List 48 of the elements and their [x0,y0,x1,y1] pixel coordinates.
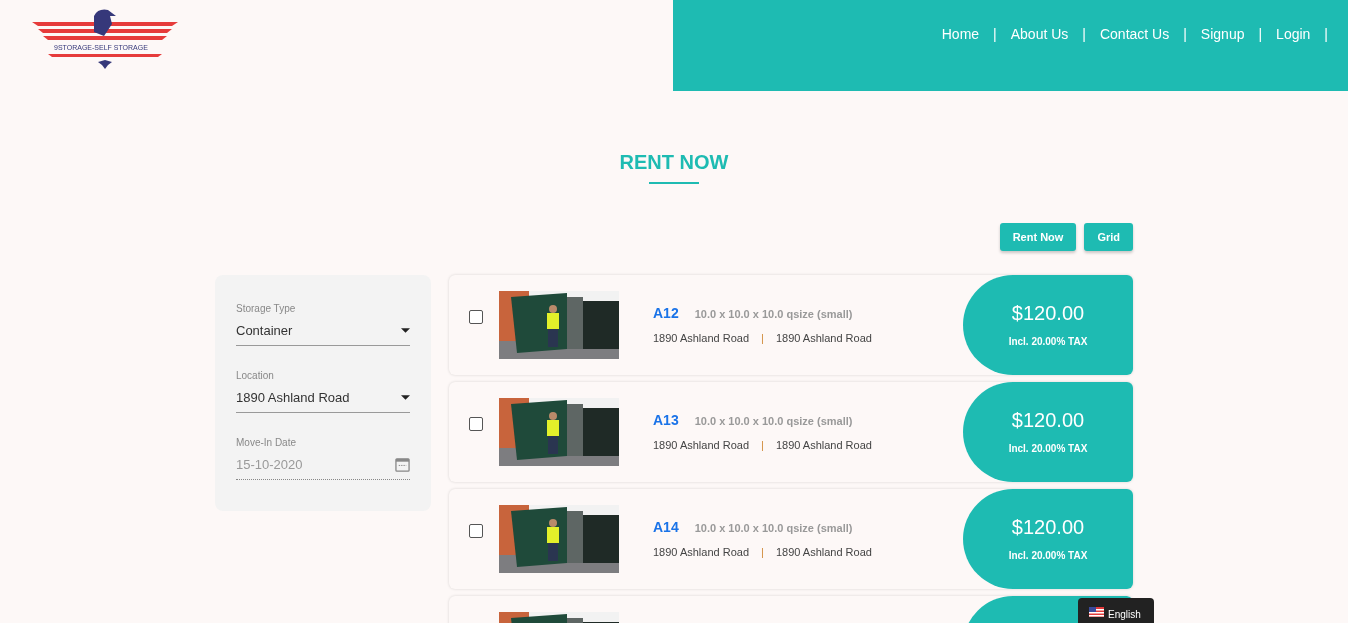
nav-separator: | [1324,25,1328,44]
unit-address: 1890 Ashland Road [653,331,750,347]
field-label: Location [236,369,275,383]
field-label: Move-In Date [236,436,298,450]
unit-address: 1890 Ashland Road [653,545,750,561]
flag-icon [1089,607,1104,617]
nav-separator: | [1082,25,1086,44]
nav-link[interactable]: Login [1276,24,1311,45]
nav-link[interactable]: Contact Us [1099,24,1170,45]
tax-note: Incl. 20.00% TAX [1008,334,1088,349]
calendar-icon[interactable] [395,457,410,472]
view-button[interactable]: Rent Now [999,223,1077,251]
checkbox[interactable] [469,416,483,431]
tax-note: Incl. 20.00% TAX [1008,441,1088,456]
caret-icon [401,328,410,333]
separator: | [761,331,764,347]
unit-location: 1890 Ashland Road [775,438,872,454]
separator: | [761,545,764,561]
nav-separator: | [1258,25,1263,44]
separator: | [761,438,764,454]
page-heading: RENT NOW [619,150,729,175]
select-field[interactable]: Container [236,316,410,346]
unit-size: 10.0 x 10.0 x 10.0 qsize (small) [694,307,853,323]
unit-name[interactable]: A12 [653,303,679,325]
unit-address: 1890 Ashland Road [653,438,750,454]
unit-name[interactable]: A13 [653,410,679,432]
unit-size: 10.0 x 10.0 x 10.0 qsize (small) [694,414,853,430]
nav-link[interactable]: Home [941,24,980,45]
checkbox[interactable] [469,309,483,324]
price: $120.00 [1011,408,1085,431]
nav-link[interactable]: Signup [1200,24,1245,45]
view-button[interactable]: Grid [1084,223,1133,251]
checkbox[interactable] [469,523,483,538]
field-label: Storage Type [236,302,297,316]
select-field[interactable]: 1890 Ashland Road [236,383,410,413]
nav-separator: | [993,25,997,44]
unit-name[interactable]: A14 [653,517,679,539]
caret-icon [401,395,410,400]
unit-location: 1890 Ashland Road [775,545,872,561]
date-field[interactable]: 15-10-2020 [236,450,410,480]
unit-location: 1890 Ashland Road [775,331,872,347]
nav-separator: | [1183,25,1187,44]
language-button[interactable]: English [1078,598,1154,623]
tax-note: Incl. 20.00% TAX [1008,548,1088,563]
price: $120.00 [1011,301,1085,324]
nav-link[interactable]: About Us [1010,24,1069,45]
unit-size: 10.0 x 10.0 x 10.0 qsize (small) [694,521,853,537]
price: $120.00 [1011,515,1085,538]
